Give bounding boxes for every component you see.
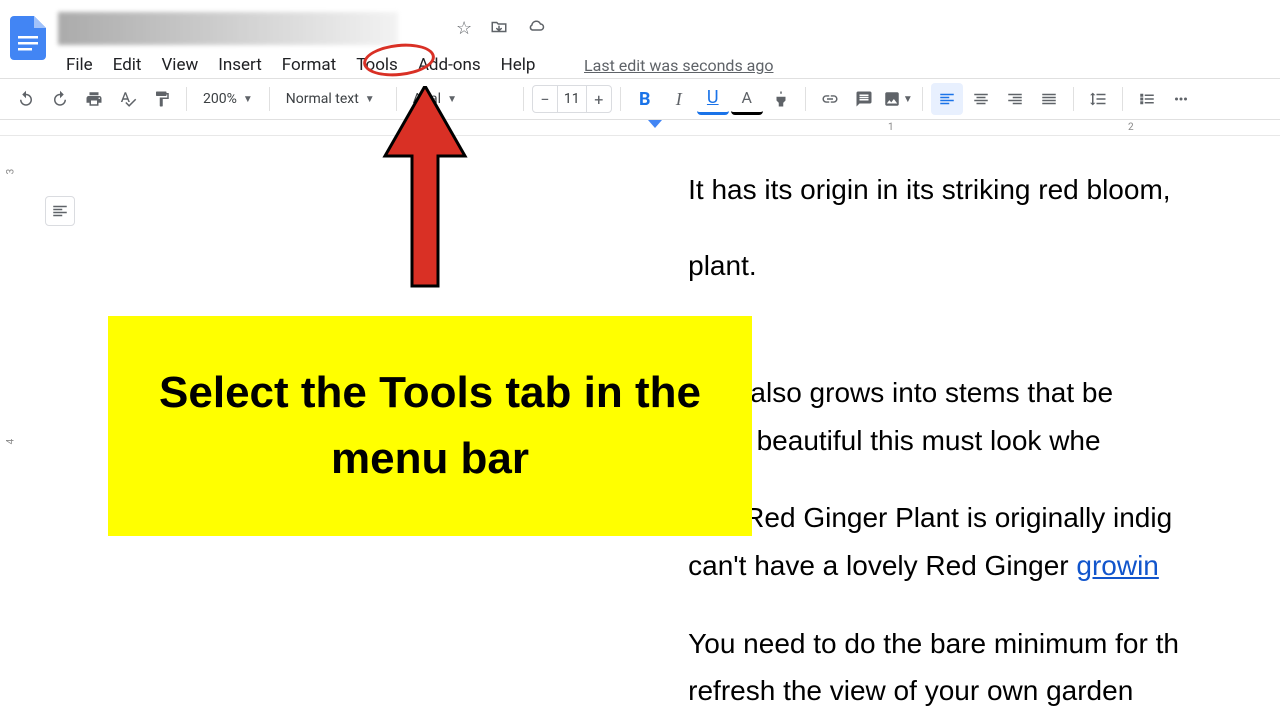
align-right-button[interactable] bbox=[999, 83, 1031, 115]
ruler-tick: 1 bbox=[888, 122, 894, 133]
separator bbox=[269, 87, 270, 111]
toolbar: 200% ▼ Normal text ▼ Arial ▼ − 11 + B I U A… bbox=[0, 78, 1280, 120]
font-value: Arial bbox=[413, 91, 441, 107]
menu-view[interactable]: View bbox=[153, 51, 206, 79]
title-bar: File Edit View Insert Format Tools Add-o… bbox=[0, 0, 1280, 78]
body-text: plant. bbox=[688, 242, 1280, 290]
docs-logo-icon[interactable] bbox=[8, 13, 48, 63]
menu-help[interactable]: Help bbox=[493, 51, 544, 79]
bold-button[interactable]: B bbox=[629, 83, 661, 115]
menu-insert[interactable]: Insert bbox=[210, 51, 270, 79]
separator bbox=[523, 87, 524, 111]
last-edit-link[interactable]: Last edit was seconds ago bbox=[584, 56, 773, 75]
title-action-icons: ☆ bbox=[456, 18, 546, 41]
body-text: hoot also grows into stems that be bbox=[688, 369, 1280, 417]
spellcheck-button[interactable] bbox=[112, 83, 144, 115]
chevron-down-icon: ▼ bbox=[365, 94, 375, 105]
separator bbox=[805, 87, 806, 111]
menu-bar: File Edit View Insert Format Tools Add-o… bbox=[58, 51, 543, 79]
insert-link-button[interactable] bbox=[814, 83, 846, 115]
ruler-tick: 3 bbox=[5, 169, 16, 175]
ruler-tick: 2 bbox=[1128, 122, 1134, 133]
more-button[interactable] bbox=[1165, 83, 1197, 115]
print-button[interactable] bbox=[78, 83, 110, 115]
align-justify-button[interactable] bbox=[1033, 83, 1065, 115]
move-icon[interactable] bbox=[490, 18, 508, 41]
align-center-button[interactable] bbox=[965, 83, 997, 115]
text-color-button[interactable]: A bbox=[731, 83, 763, 115]
menu-addons[interactable]: Add-ons bbox=[410, 51, 489, 79]
hyperlink[interactable]: growin bbox=[1076, 550, 1158, 581]
font-size-control: − 11 + bbox=[532, 85, 612, 113]
horizontal-ruler[interactable]: 1 2 bbox=[0, 120, 1280, 136]
menu-edit[interactable]: Edit bbox=[105, 51, 150, 79]
line-spacing-button[interactable] bbox=[1082, 83, 1114, 115]
insert-image-button[interactable]: ▼ bbox=[882, 83, 914, 115]
body-text: can't have a lovely Red Ginger growin bbox=[688, 542, 1280, 590]
zoom-dropdown[interactable]: 200% ▼ bbox=[195, 83, 261, 115]
body-text: refresh the view of your own garden bbox=[688, 667, 1280, 715]
document-title[interactable] bbox=[58, 12, 398, 45]
body-text: It has its origin in its striking red bl… bbox=[688, 166, 1280, 214]
chevron-down-icon: ▼ bbox=[903, 94, 913, 105]
highlight-button[interactable] bbox=[765, 83, 797, 115]
separator bbox=[1122, 87, 1123, 111]
chevron-down-icon: ▼ bbox=[447, 94, 457, 105]
separator bbox=[186, 87, 187, 111]
ruler-tick: 4 bbox=[5, 439, 16, 445]
redo-button[interactable] bbox=[44, 83, 76, 115]
separator bbox=[1073, 87, 1074, 111]
insert-comment-button[interactable] bbox=[848, 83, 880, 115]
vertical-ruler[interactable]: 3 4 bbox=[0, 136, 33, 720]
increase-font-size-button[interactable]: + bbox=[587, 90, 611, 109]
paragraph-style-dropdown[interactable]: Normal text ▼ bbox=[278, 83, 388, 115]
star-icon[interactable]: ☆ bbox=[456, 18, 472, 41]
separator bbox=[396, 87, 397, 111]
font-size-value[interactable]: 11 bbox=[557, 86, 587, 112]
separator bbox=[620, 87, 621, 111]
paint-format-button[interactable] bbox=[146, 83, 178, 115]
indent-marker-icon[interactable] bbox=[648, 120, 662, 128]
separator bbox=[922, 87, 923, 111]
italic-button[interactable]: I bbox=[663, 83, 695, 115]
annotation-callout: Select the Tools tab in the menu bar bbox=[108, 316, 752, 536]
underline-button[interactable]: U bbox=[697, 83, 729, 115]
align-left-button[interactable] bbox=[931, 83, 963, 115]
document-outline-button[interactable] bbox=[45, 196, 75, 226]
chevron-down-icon: ▼ bbox=[243, 94, 253, 105]
body-text: tterly beautiful this must look whe bbox=[688, 417, 1280, 465]
decrease-font-size-button[interactable]: − bbox=[533, 90, 557, 109]
menu-file[interactable]: File bbox=[58, 51, 101, 79]
body-text: The Red Ginger Plant is originally indig bbox=[688, 494, 1280, 542]
undo-button[interactable] bbox=[10, 83, 42, 115]
body-text: You need to do the bare minimum for th bbox=[688, 620, 1280, 668]
zoom-value: 200% bbox=[203, 91, 237, 107]
body-text-span: can't have a lovely Red Ginger bbox=[688, 550, 1076, 581]
style-value: Normal text bbox=[286, 91, 359, 107]
font-dropdown[interactable]: Arial ▼ bbox=[405, 83, 515, 115]
menu-tools[interactable]: Tools bbox=[348, 51, 406, 79]
menu-format[interactable]: Format bbox=[274, 51, 344, 79]
cloud-status-icon[interactable] bbox=[526, 18, 546, 41]
checklist-button[interactable] bbox=[1131, 83, 1163, 115]
